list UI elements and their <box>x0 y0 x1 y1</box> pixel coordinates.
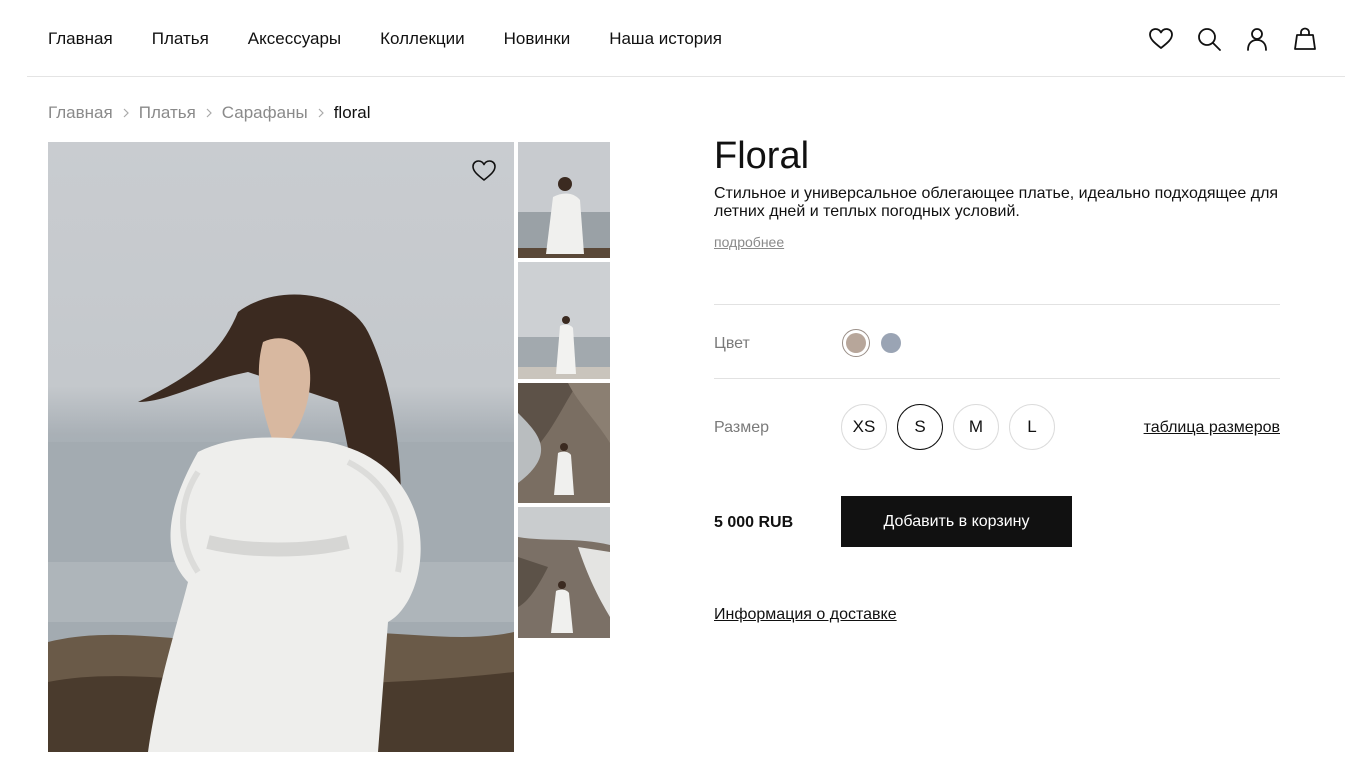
breadcrumb-home[interactable]: Главная <box>48 103 113 123</box>
size-chart-link[interactable]: таблица размеров <box>1144 419 1280 437</box>
product-title: Floral <box>714 135 810 177</box>
site-header: Главная Платья Аксессуары Коллекции Нови… <box>27 0 1345 77</box>
nav-item-home[interactable]: Главная <box>48 29 113 49</box>
color-swatch-blue-gray[interactable] <box>877 329 905 357</box>
add-to-cart-button[interactable]: Добавить в корзину <box>841 496 1072 547</box>
product-thumbnail[interactable] <box>518 507 610 638</box>
search-icon[interactable] <box>1195 25 1223 53</box>
user-icon[interactable] <box>1243 25 1271 53</box>
product-thumbnail[interactable] <box>518 383 610 503</box>
nav-item-our-story[interactable]: Наша история <box>609 29 722 49</box>
product-price: 5 000 RUB <box>714 514 794 531</box>
product-main-image[interactable] <box>48 142 514 752</box>
size-option-xs[interactable]: XS <box>841 404 887 450</box>
breadcrumb: Главная Платья Сарафаны floral <box>48 103 371 123</box>
divider <box>714 304 1280 305</box>
color-dot <box>881 333 901 353</box>
color-dot <box>846 333 866 353</box>
heart-icon[interactable] <box>470 157 498 185</box>
size-label: Размер <box>714 419 769 436</box>
more-details-link[interactable]: подробнее <box>714 234 784 250</box>
bag-icon[interactable] <box>1291 25 1319 53</box>
chevron-right-icon <box>196 108 222 118</box>
color-swatch-beige[interactable] <box>842 329 870 357</box>
breadcrumb-sundresses[interactable]: Сарафаны <box>222 103 308 123</box>
divider <box>714 378 1280 379</box>
size-option-l[interactable]: L <box>1009 404 1055 450</box>
nav-item-new[interactable]: Новинки <box>504 29 571 49</box>
nav-item-dresses[interactable]: Платья <box>152 29 209 49</box>
product-thumbnail[interactable] <box>518 262 610 379</box>
heart-icon[interactable] <box>1147 25 1175 53</box>
product-thumbnail[interactable] <box>518 142 610 258</box>
chevron-right-icon <box>308 108 334 118</box>
chevron-right-icon <box>113 108 139 118</box>
breadcrumb-current: floral <box>333 103 371 122</box>
delivery-info-link[interactable]: Информация о доставке <box>714 606 897 624</box>
header-actions <box>1127 25 1319 53</box>
main-nav: Главная Платья Аксессуары Коллекции Нови… <box>48 29 761 49</box>
size-option-s[interactable]: S <box>897 404 943 450</box>
nav-item-collections[interactable]: Коллекции <box>380 29 464 49</box>
product-description: Стильное и универсальное облегающее плат… <box>714 185 1279 220</box>
color-label: Цвет <box>714 335 750 352</box>
breadcrumb-dresses[interactable]: Платья <box>139 103 196 123</box>
nav-item-accessories[interactable]: Аксессуары <box>248 29 341 49</box>
size-option-m[interactable]: M <box>953 404 999 450</box>
